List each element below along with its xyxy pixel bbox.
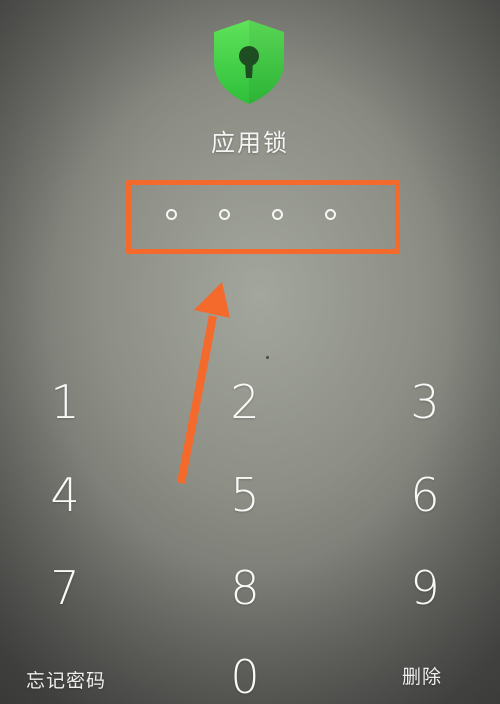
pin-dot bbox=[166, 208, 177, 220]
shield-lock-icon bbox=[210, 18, 288, 106]
pin-dot bbox=[325, 208, 336, 220]
key-2[interactable]: 2 bbox=[200, 367, 290, 437]
pin-indicator bbox=[166, 204, 336, 224]
key-0[interactable]: 0 bbox=[200, 642, 290, 704]
forgot-password-button[interactable]: 忘记密码 bbox=[26, 666, 106, 693]
screen-speck bbox=[266, 356, 269, 359]
pin-dot bbox=[219, 208, 230, 220]
key-3[interactable]: 3 bbox=[380, 367, 470, 437]
key-7[interactable]: 7 bbox=[20, 553, 110, 623]
key-8[interactable]: 8 bbox=[200, 553, 290, 623]
app-title: 应用锁 bbox=[211, 129, 289, 157]
pin-dot bbox=[272, 208, 283, 220]
key-4[interactable]: 4 bbox=[20, 460, 110, 530]
key-5[interactable]: 5 bbox=[200, 460, 290, 530]
delete-button[interactable]: 删除 bbox=[402, 662, 442, 689]
key-6[interactable]: 6 bbox=[380, 460, 470, 530]
key-1[interactable]: 1 bbox=[20, 367, 110, 437]
key-9[interactable]: 9 bbox=[380, 553, 470, 623]
